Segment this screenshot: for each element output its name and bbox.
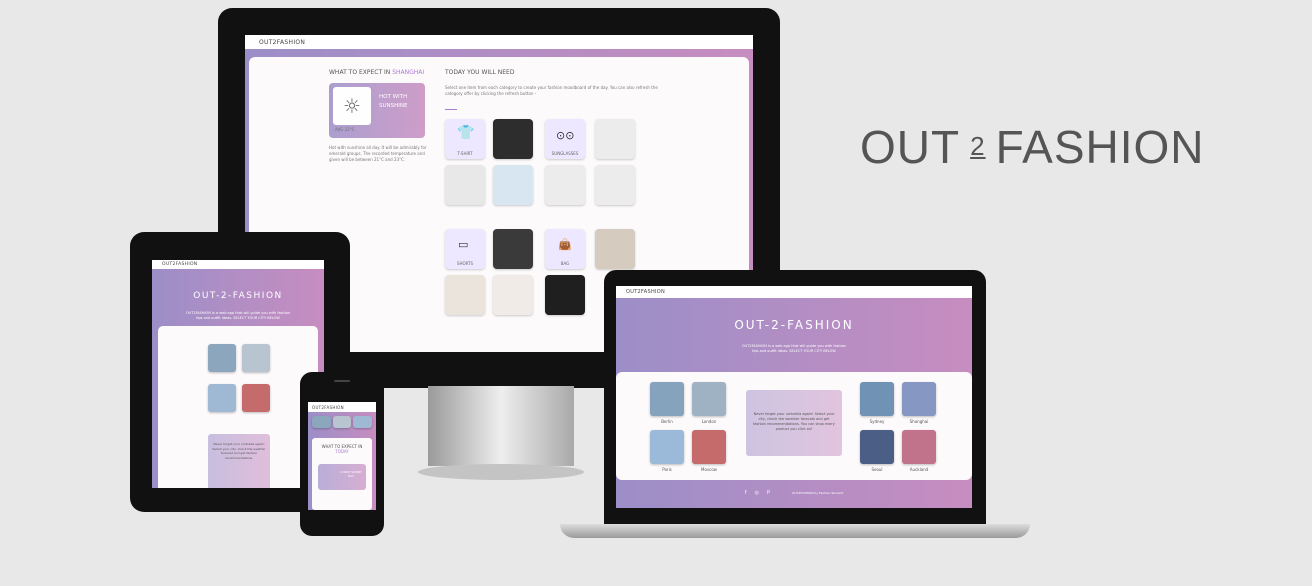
tablet-hero-text: OUT2FASHION is a web app that will guide… [185,311,291,320]
facebook-icon[interactable]: f [745,490,747,496]
laptop-city-sydney[interactable] [860,382,894,416]
phone-screen: OUT2FASHION WHAT TO EXPECT IN TODAY A NI… [308,402,376,510]
bag-icon: 👜 [558,238,572,251]
weather-title: HOT WITH SUNSHINE [379,94,408,109]
laptop-footer: f ◎ P OUT2FASHION by Fashion Student [616,490,972,496]
phone-speaker [334,380,350,382]
phone-navbar: OUT2FASHION [308,402,376,412]
tshirt-icon: 👕 [457,125,475,141]
desktop-logo[interactable]: OUT2FASHION [259,39,305,46]
tablet-hero-title: OUT-2-FASHION [193,291,283,301]
tablet-city-oslo[interactable] [208,384,236,412]
laptop-card: Berlin London Paris Moscow Never forget … [616,372,972,480]
phone-logo[interactable]: OUT2FASHION [312,405,344,410]
sun-icon: ☼ [343,94,361,118]
laptop-logo[interactable]: OUT2FASHION [626,289,665,295]
tablet-city-london[interactable] [242,344,270,372]
laptop-city-label-london: London [701,419,717,424]
tile-tshirt[interactable]: 👕 T-SHIRT [445,119,485,159]
need-text: Select one item from each category to cr… [445,85,658,96]
phone-city-strip [312,416,373,428]
need-heading: TODAY YOU WILL NEED [445,69,515,76]
weather-text: Hot with sunshine all day. It will be ad… [329,145,427,162]
tablet-info-text: Never forget your umbrella again! Select… [212,442,266,460]
laptop-city-label-moscow: Moscow [701,467,717,472]
laptop-city-label-berlin: Berlin [661,419,673,424]
tablet-hero: OUT-2-FASHION OUT2FASHION is a web app t… [152,269,324,488]
tile-bag-2[interactable] [545,275,585,315]
laptop-city-label-seoul: Seoul [871,467,883,472]
phone-body: WHAT TO EXPECT IN TODAY A NICE SUNNY DAY [308,412,376,510]
tile-top-2[interactable] [445,165,485,205]
laptop-city-label-auckland: Auckland [909,467,929,472]
laptop-hero-title: OUT-2-FASHION [734,318,854,332]
laptop-info-text: Never forget your umbrella again! Select… [753,412,835,431]
tile-shorts-3[interactable] [493,275,533,315]
phone-expect-2: TODAY [335,449,349,454]
tile-shorts[interactable]: ▭ SHORTS [445,229,485,269]
laptop-city-london[interactable] [692,382,726,416]
phone-city-1[interactable] [312,416,331,428]
phone-weather-badge: A NICE SUNNY DAY [340,470,362,478]
pinterest-icon[interactable]: P [767,490,770,496]
laptop-hero: OUT-2-FASHION OUT2FASHION is a web app t… [616,298,972,508]
weather-card: ☼ HOT WITH SUNSHINE AVG 22°C [329,83,425,138]
laptop-city-moscow[interactable] [692,430,726,464]
laptop-city-seoul[interactable] [860,430,894,464]
instagram-icon[interactable]: ◎ [755,490,759,496]
laptop-city-shanghai[interactable] [902,382,936,416]
tablet-logo[interactable]: OUT2FASHION [162,262,197,267]
tile-bag-product[interactable] [595,229,635,269]
monitor-neck [428,386,574,466]
brand-logo: OUT 2 FASHION [860,121,1205,173]
laptop-city-berlin[interactable] [650,382,684,416]
tablet-card: Never forget your umbrella again! Select… [158,326,318,488]
laptop-city-label-sydney: Sydney [869,419,885,424]
tablet-city-paris[interactable] [208,344,236,372]
tile-top-3[interactable] [493,165,533,205]
tile-top-product[interactable] [493,119,533,159]
laptop-city-label-paris: Paris [662,467,672,472]
phone: OUT2FASHION WHAT TO EXPECT IN TODAY A NI… [300,372,384,536]
shorts-icon: ▭ [458,238,469,251]
laptop-screen: OUT2FASHION OUT-2-FASHION OUT2FASHION is… [616,286,972,508]
weather-icon-box: ☼ [333,87,371,125]
laptop-base [560,524,1030,538]
footer-text: OUT2FASHION by Fashion Student [792,491,844,495]
tile-glasses-3[interactable] [595,165,635,205]
tile-sunglasses-product[interactable] [595,119,635,159]
tablet-screen: OUT2FASHION OUT-2-FASHION OUT2FASHION is… [152,260,324,488]
laptop-city-label-shanghai: Shanghai [909,419,929,424]
expect-heading: WHAT TO EXPECT IN SHANGHAI [329,69,425,76]
laptop-city-paris[interactable] [650,430,684,464]
monitor-base [418,464,584,480]
mockup-stage: OUT2FASHION WHAT TO EXPECT IN SHANGHAI ☼… [0,0,1312,586]
tablet-city-moscow[interactable] [242,384,270,412]
divider [445,109,457,110]
tile-bag[interactable]: 👜 BAG [545,229,585,269]
tile-sunglasses[interactable]: ⊙⊙ SUNGLASSES [545,119,585,159]
phone-city-2[interactable] [332,416,352,428]
weather-badge: AVG 22°C [335,127,355,132]
laptop-navbar: OUT2FASHION [616,286,972,298]
desktop-navbar: OUT2FASHION [245,35,753,49]
tile-glasses-2[interactable] [545,165,585,205]
laptop-hero-text: OUT2FASHION is a web app that will guide… [741,344,847,353]
tile-shorts-2[interactable] [445,275,485,315]
sunglasses-icon: ⊙⊙ [556,129,575,142]
laptop: OUT2FASHION OUT-2-FASHION OUT2FASHION is… [560,270,1030,538]
tile-shorts-product[interactable] [493,229,533,269]
tablet-navbar: OUT2FASHION [152,260,324,269]
phone-card: WHAT TO EXPECT IN TODAY A NICE SUNNY DAY [312,438,372,510]
laptop-city-auckland[interactable] [902,430,936,464]
phone-city-3[interactable] [353,416,373,428]
